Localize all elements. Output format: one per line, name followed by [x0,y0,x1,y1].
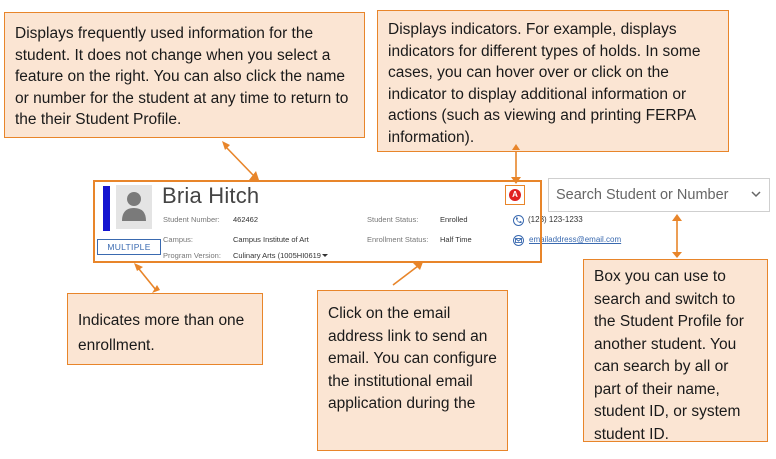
callout-arrows [134,141,682,293]
